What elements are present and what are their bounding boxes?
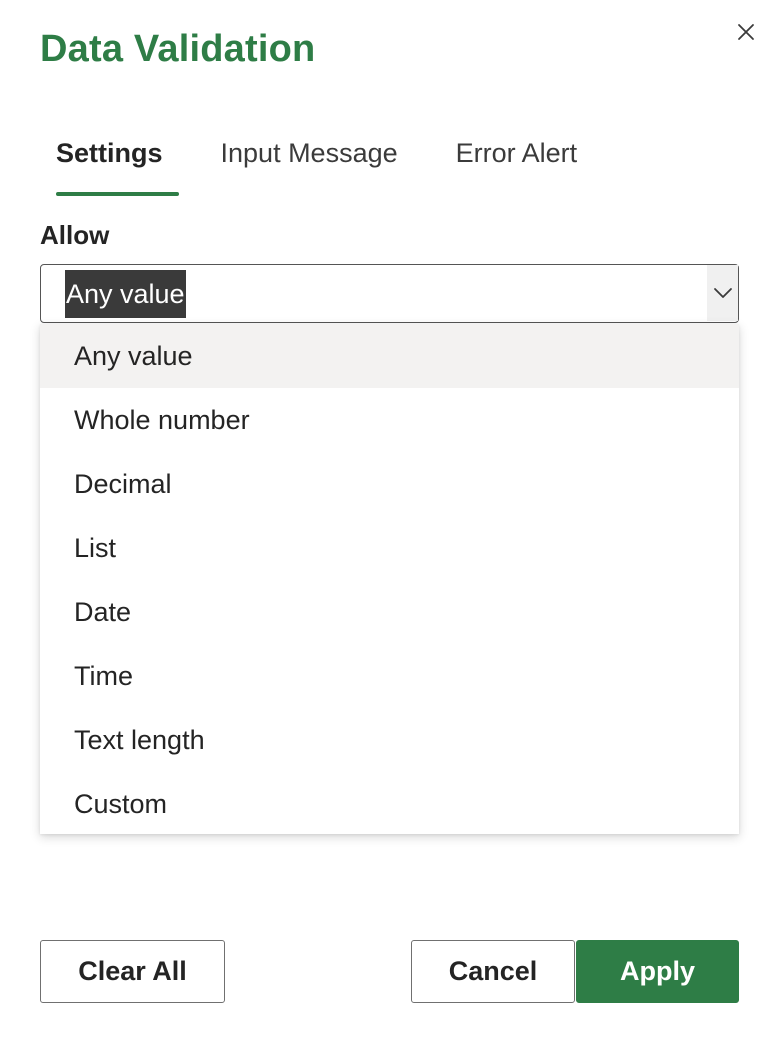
close-button[interactable] [730, 16, 762, 48]
option-list[interactable]: List [40, 516, 739, 580]
tab-bar: Settings Input Message Error Alert [40, 130, 619, 196]
allow-selected-value: Any value [65, 270, 186, 318]
option-whole-number[interactable]: Whole number [40, 388, 739, 452]
option-date[interactable]: Date [40, 580, 739, 644]
tab-error-alert[interactable]: Error Alert [440, 130, 594, 196]
allow-label: Allow [40, 220, 110, 250]
data-validation-dialog: Data Validation Settings Input Message E… [0, 0, 776, 1040]
tab-settings[interactable]: Settings [40, 130, 179, 196]
cancel-button[interactable]: Cancel [411, 940, 575, 1003]
option-any-value[interactable]: Any value [40, 324, 739, 388]
dialog-title: Data Validation [40, 28, 316, 70]
chevron-down-icon[interactable] [707, 265, 738, 321]
option-decimal[interactable]: Decimal [40, 452, 739, 516]
option-text-length[interactable]: Text length [40, 708, 739, 772]
apply-button[interactable]: Apply [576, 940, 739, 1003]
clear-all-button[interactable]: Clear All [40, 940, 225, 1003]
option-custom[interactable]: Custom [40, 772, 739, 836]
allow-select[interactable]: Any value [40, 264, 739, 323]
tab-input-message[interactable]: Input Message [205, 130, 414, 196]
close-icon [730, 16, 762, 48]
option-time[interactable]: Time [40, 644, 739, 708]
allow-dropdown-list: Any value Whole number Decimal List Date… [40, 324, 739, 834]
